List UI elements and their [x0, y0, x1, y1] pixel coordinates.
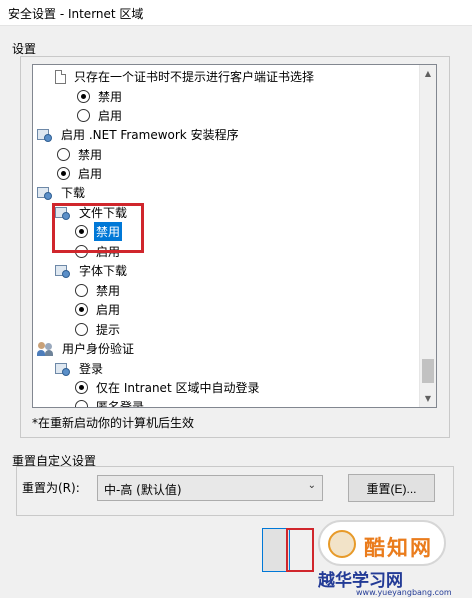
scroll-up-arrow-icon[interactable]: ▲ [420, 65, 436, 82]
tree-row-label: 下载 [61, 186, 86, 200]
chevron-down-icon: ⌄ [307, 480, 316, 491]
radio-button[interactable] [75, 284, 88, 297]
tree-row-label: 启用 .NET Framework 安装程序 [61, 128, 239, 142]
watermark-circle-icon [328, 530, 356, 558]
radio-button[interactable] [77, 109, 90, 122]
radio-label: 匿名登录 [96, 400, 145, 407]
settings-group-label: 设置 [12, 42, 37, 56]
radio-option[interactable]: 提示 [75, 320, 122, 339]
radio-label: 启用 [96, 303, 121, 317]
reset-button[interactable]: 重置(E)... [348, 474, 435, 502]
radio-button[interactable] [77, 90, 90, 103]
tree-header-row[interactable]: 下载 [37, 183, 87, 202]
watermark-logo: 酷知网 [318, 520, 446, 566]
reset-level-value: 中-高 (默认值) [104, 483, 182, 497]
annotation-highlight-button [286, 528, 314, 572]
watermark-logo-text: 酷知网 [364, 536, 433, 560]
tree-row-label: 登录 [79, 362, 104, 376]
tree-row-label: 用户身份验证 [62, 342, 135, 356]
radio-label: 禁用 [98, 90, 123, 104]
watermark-site: 越华学习网 www.yueyangbang.com [318, 566, 472, 598]
annotation-highlight-box [52, 203, 144, 253]
vertical-scrollbar[interactable]: ▲ ▼ [419, 65, 436, 407]
radio-button[interactable] [75, 303, 88, 316]
radio-button[interactable] [75, 381, 88, 394]
radio-option[interactable]: 启用 [77, 106, 124, 125]
reset-to-label: 重置为(R): [22, 481, 80, 495]
radio-option[interactable]: 禁用 [77, 87, 124, 106]
title-bar: 安全设置 - Internet 区域 [0, 0, 472, 26]
radio-label: 启用 [78, 167, 103, 181]
settings-gear-icon [55, 264, 71, 278]
settings-gear-icon [37, 128, 53, 142]
tree-header-row[interactable]: 启用 .NET Framework 安装程序 [37, 125, 241, 144]
radio-label: 禁用 [78, 148, 103, 162]
radio-button[interactable] [75, 400, 88, 407]
tree-header-row[interactable]: 只存在一个证书时不提示进行客户端证书选择 [55, 67, 316, 86]
radio-label: 启用 [98, 109, 123, 123]
radio-label: 提示 [96, 323, 121, 337]
radio-option[interactable]: 匿名登录 [75, 397, 146, 407]
radio-option[interactable]: 启用 [57, 164, 104, 183]
document-icon [55, 69, 66, 84]
restart-note: *在重新启动你的计算机后生效 [32, 416, 195, 430]
radio-label: 禁用 [96, 284, 121, 298]
tree-header-row[interactable]: 用户身份验证 [37, 339, 136, 358]
users-icon [37, 341, 54, 356]
radio-option[interactable]: 禁用 [57, 145, 104, 164]
radio-option[interactable]: 仅在 Intranet 区域中自动登录 [75, 378, 261, 397]
tree-row-label: 只存在一个证书时不提示进行客户端证书选择 [74, 70, 315, 84]
scroll-down-arrow-icon[interactable]: ▼ [420, 390, 436, 407]
radio-label: 仅在 Intranet 区域中自动登录 [96, 381, 260, 395]
window-title: 安全设置 - Internet 区域 [8, 7, 144, 21]
tree-row-label: 字体下载 [79, 264, 128, 278]
tree-subheader-row[interactable]: 字体下载 [55, 261, 129, 280]
radio-button[interactable] [57, 167, 70, 180]
tree-subheader-row[interactable]: 登录 [55, 359, 105, 378]
radio-option[interactable]: 禁用 [75, 281, 122, 300]
radio-button[interactable] [75, 323, 88, 336]
scrollbar-thumb[interactable] [422, 359, 434, 383]
reset-level-dropdown[interactable]: 中-高 (默认值) ⌄ [97, 475, 323, 501]
watermark-site-en: www.yueyangbang.com [356, 588, 452, 597]
radio-option[interactable]: 启用 [75, 300, 122, 319]
settings-gear-icon [55, 362, 71, 376]
settings-gear-icon [37, 186, 53, 200]
radio-button[interactable] [57, 148, 70, 161]
